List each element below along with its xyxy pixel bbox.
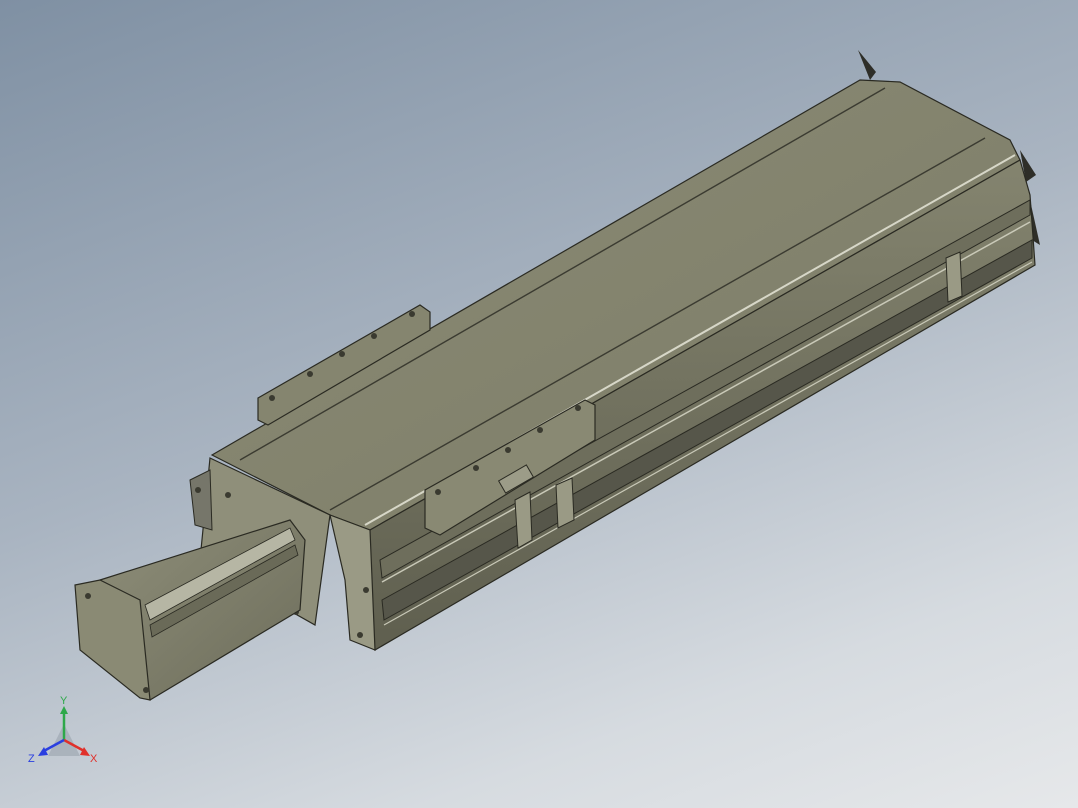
rail-hole xyxy=(269,395,275,401)
flange-hole xyxy=(225,492,231,498)
carriage-hole xyxy=(537,427,543,433)
carriage-hole xyxy=(575,405,581,411)
rail-hole xyxy=(339,351,345,357)
end-plate-hole xyxy=(357,632,363,638)
sensor-bracket-3 xyxy=(945,251,963,303)
front-end-plate xyxy=(329,514,376,651)
rail-hole xyxy=(307,371,313,377)
sensor-bracket-2 xyxy=(555,477,575,529)
y-axis-label: Y xyxy=(60,695,68,707)
end-plate-hole xyxy=(363,587,369,593)
rail-hole xyxy=(409,311,415,317)
x-axis-label: X xyxy=(90,753,98,765)
z-axis-label: Z xyxy=(28,753,35,765)
carriage-hole xyxy=(473,465,479,471)
motor-end-hole xyxy=(85,593,91,599)
linear-actuator-model[interactable] xyxy=(0,0,1078,808)
y-axis-arrow xyxy=(60,706,68,714)
flange-side xyxy=(189,469,213,531)
cad-viewport[interactable]: Y X Z xyxy=(0,0,1078,808)
carriage-hole xyxy=(435,489,441,495)
carriage-hole xyxy=(505,447,511,453)
orientation-triad: Y X Z xyxy=(28,695,98,765)
motor-end-hole xyxy=(143,687,149,693)
far-end-shadow xyxy=(858,50,876,80)
sensor-bracket-1 xyxy=(514,491,533,549)
rail-hole xyxy=(371,333,377,339)
flange-hole xyxy=(195,487,201,493)
